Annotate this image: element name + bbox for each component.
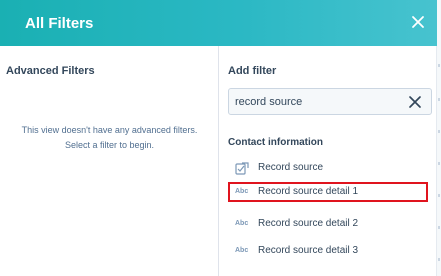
clear-icon (409, 96, 421, 108)
close-button[interactable] (408, 12, 428, 32)
advanced-filters-empty-message: This view doesn't have any advanced filt… (0, 123, 219, 153)
advanced-filters-section: Advanced Filters This view doesn't have … (0, 46, 219, 276)
add-filter-heading: Add filter (228, 65, 277, 77)
add-filter-section: Add filter Contact information Record so… (219, 46, 437, 276)
advanced-filters-heading: Advanced Filters (6, 65, 95, 77)
filter-option-label: Record source detail 3 (258, 245, 359, 256)
panel-header: All Filters (0, 0, 437, 46)
empty-message-line-1: This view doesn't have any advanced filt… (21, 125, 198, 135)
panel-title: All Filters (25, 15, 94, 32)
contact-information-heading: Contact information (228, 137, 323, 148)
filter-search-input[interactable] (235, 93, 395, 111)
filter-option-label: Record source (258, 162, 324, 173)
abc-text-icon: Abc (235, 220, 249, 227)
background-page-edge (437, 0, 441, 276)
filter-search-box (228, 88, 432, 115)
filter-option-record-source[interactable]: Record source (228, 158, 428, 178)
abc-text-icon: Abc (235, 188, 249, 195)
filter-option-record-source-detail-1[interactable]: Abc Record source detail 1 (228, 182, 428, 202)
all-filters-panel: All Filters Advanced Filters This view d… (0, 0, 437, 276)
filter-option-label: Record source detail 1 (258, 186, 359, 197)
clear-search-button[interactable] (408, 95, 422, 109)
empty-message-line-2: Select a filter to begin. (64, 140, 155, 150)
abc-text-icon: Abc (235, 247, 249, 254)
close-icon (412, 16, 424, 28)
filter-option-record-source-detail-2[interactable]: Abc Record source detail 2 (228, 214, 428, 234)
filter-option-label: Record source detail 2 (258, 218, 359, 229)
filter-option-record-source-detail-3[interactable]: Abc Record source detail 3 (228, 241, 428, 261)
checklist-icon (235, 162, 251, 175)
